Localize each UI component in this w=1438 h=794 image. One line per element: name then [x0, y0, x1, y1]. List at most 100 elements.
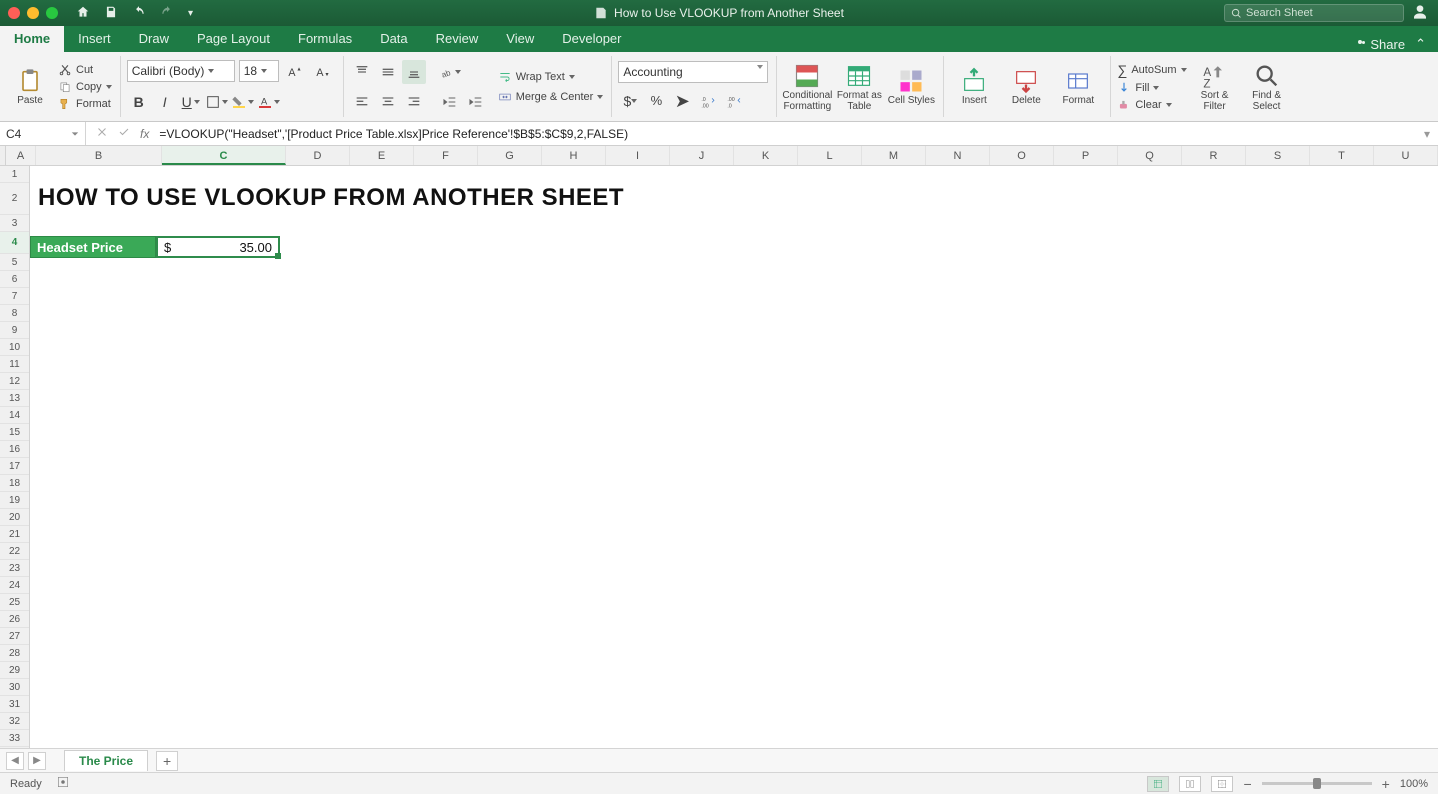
comma-style-icon[interactable]: ➤ — [670, 89, 694, 113]
col-header[interactable]: S — [1246, 146, 1310, 165]
spreadsheet-grid[interactable]: 1234567891011121314151617181920212223242… — [0, 166, 1438, 748]
increase-decimal-icon[interactable]: .0.00 — [696, 89, 720, 113]
row-header[interactable]: 10 — [0, 339, 29, 356]
accept-formula-icon[interactable] — [118, 126, 130, 141]
row-header[interactable]: 13 — [0, 390, 29, 407]
headset-price-label-cell[interactable]: Headset Price — [30, 236, 156, 258]
orientation-icon[interactable]: ab — [438, 60, 462, 84]
tab-view[interactable]: View — [492, 25, 548, 52]
find-select-button[interactable]: Find & Select — [1243, 62, 1291, 112]
row-header[interactable]: 23 — [0, 560, 29, 577]
col-header[interactable]: R — [1182, 146, 1246, 165]
font-size-select[interactable]: 18 — [239, 60, 279, 82]
percent-icon[interactable]: % — [644, 89, 668, 113]
row-header[interactable]: 5 — [0, 254, 29, 271]
share-button[interactable]: Share — [1354, 37, 1405, 52]
col-header[interactable]: P — [1054, 146, 1118, 165]
tab-data[interactable]: Data — [366, 25, 421, 52]
collapse-ribbon-icon[interactable]: ⌃ — [1415, 36, 1426, 52]
col-header[interactable]: T — [1310, 146, 1374, 165]
row-header[interactable]: 17 — [0, 458, 29, 475]
fill-color-button[interactable] — [231, 90, 255, 114]
cells-area[interactable]: HOW TO USE VLOOKUP FROM ANOTHER SHEET He… — [30, 166, 1438, 748]
row-header[interactable]: 24 — [0, 577, 29, 594]
format-as-table-button[interactable]: Format as Table — [835, 62, 883, 112]
insert-cells-button[interactable]: Insert — [950, 67, 998, 106]
row-header[interactable]: 14 — [0, 407, 29, 424]
prev-sheet-button[interactable]: ◀ — [6, 752, 24, 770]
align-left-icon[interactable] — [350, 90, 374, 114]
cut-button[interactable]: Cut — [58, 63, 112, 77]
zoom-slider[interactable] — [1262, 782, 1372, 785]
decrease-font-icon[interactable]: A▼ — [311, 60, 335, 84]
qat-dropdown-icon[interactable]: ▾ — [188, 8, 193, 19]
row-header[interactable]: 7 — [0, 288, 29, 305]
row-header[interactable]: 28 — [0, 645, 29, 662]
align-middle-icon[interactable] — [376, 60, 400, 84]
bold-button[interactable]: B — [127, 90, 151, 114]
add-sheet-button[interactable]: + — [156, 751, 178, 771]
copy-button[interactable]: Copy — [58, 80, 112, 94]
zoom-window-button[interactable] — [46, 7, 58, 19]
home-icon[interactable] — [76, 5, 90, 22]
headset-price-value-cell[interactable]: $ 35.00 — [156, 236, 280, 258]
borders-button[interactable] — [205, 90, 229, 114]
minimize-window-button[interactable] — [27, 7, 39, 19]
tab-page-layout[interactable]: Page Layout — [183, 25, 284, 52]
col-header[interactable]: M — [862, 146, 926, 165]
row-header[interactable]: 6 — [0, 271, 29, 288]
sort-filter-button[interactable]: AZSort & Filter — [1191, 62, 1239, 112]
tab-developer[interactable]: Developer — [548, 25, 635, 52]
zoom-in-button[interactable]: + — [1382, 776, 1390, 792]
col-header[interactable]: J — [670, 146, 734, 165]
align-bottom-icon[interactable] — [402, 60, 426, 84]
row-header[interactable]: 22 — [0, 543, 29, 560]
row-header[interactable]: 2 — [0, 183, 29, 215]
row-header[interactable]: 9 — [0, 322, 29, 339]
col-header[interactable]: U — [1374, 146, 1438, 165]
merge-center-button[interactable]: Merge & Center — [498, 90, 604, 104]
sheet-title-cell[interactable]: HOW TO USE VLOOKUP FROM ANOTHER SHEET — [38, 184, 624, 212]
zoom-level[interactable]: 100% — [1400, 778, 1428, 790]
col-header[interactable]: D — [286, 146, 350, 165]
align-center-icon[interactable] — [376, 90, 400, 114]
font-name-select[interactable]: Calibri (Body) — [127, 60, 235, 82]
italic-button[interactable]: I — [153, 90, 177, 114]
row-header[interactable]: 27 — [0, 628, 29, 645]
row-header[interactable]: 15 — [0, 424, 29, 441]
redo-icon[interactable] — [160, 5, 174, 22]
close-window-button[interactable] — [8, 7, 20, 19]
row-header[interactable]: 4 — [0, 232, 29, 254]
row-header[interactable]: 18 — [0, 475, 29, 492]
tab-insert[interactable]: Insert — [64, 25, 125, 52]
row-header[interactable]: 26 — [0, 611, 29, 628]
col-header[interactable]: H — [542, 146, 606, 165]
tab-home[interactable]: Home — [0, 23, 64, 52]
col-header[interactable]: L — [798, 146, 862, 165]
row-header[interactable]: 1 — [0, 166, 29, 183]
row-header[interactable]: 20 — [0, 509, 29, 526]
underline-button[interactable]: U — [179, 90, 203, 114]
col-header[interactable]: B — [36, 146, 162, 165]
col-header[interactable]: G — [478, 146, 542, 165]
decrease-decimal-icon[interactable]: .00.0 — [722, 89, 746, 113]
row-header[interactable]: 16 — [0, 441, 29, 458]
col-header[interactable]: F — [414, 146, 478, 165]
fx-icon[interactable]: fx — [140, 127, 159, 141]
wrap-text-button[interactable]: Wrap Text — [498, 70, 604, 84]
font-color-button[interactable]: A — [257, 90, 281, 114]
format-cells-button[interactable]: Format — [1054, 67, 1102, 106]
fill-handle[interactable] — [275, 253, 281, 259]
conditional-formatting-button[interactable]: Conditional Formatting — [783, 62, 831, 112]
fill-button[interactable]: Fill — [1117, 81, 1186, 95]
col-header[interactable]: C — [162, 146, 286, 165]
row-header[interactable]: 3 — [0, 215, 29, 232]
align-top-icon[interactable] — [350, 60, 374, 84]
paste-button[interactable]: Paste — [6, 67, 54, 106]
row-header[interactable]: 25 — [0, 594, 29, 611]
zoom-out-button[interactable]: − — [1243, 776, 1251, 792]
cell-styles-button[interactable]: Cell Styles — [887, 67, 935, 106]
row-header[interactable]: 8 — [0, 305, 29, 322]
macro-record-icon[interactable] — [56, 775, 70, 792]
save-icon[interactable] — [104, 5, 118, 22]
